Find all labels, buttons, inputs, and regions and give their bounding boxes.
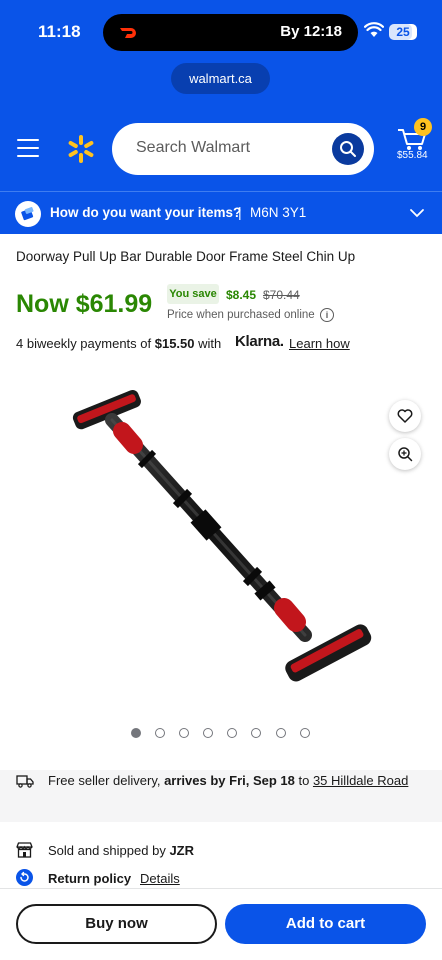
search-input[interactable]: Search Walmart <box>136 139 250 157</box>
return-details-link[interactable]: Details <box>140 871 180 886</box>
price-note: Price when purchased online <box>167 309 315 321</box>
return-policy-label: Return policy <box>48 871 132 886</box>
add-to-cart-button[interactable]: Add to cart <box>225 904 426 944</box>
gallery-dot[interactable] <box>300 728 310 738</box>
save-amount: $8.45 <box>226 288 257 302</box>
shipping-info: Free seller delivery, arrives by Fri, Se… <box>48 773 408 788</box>
klarna-prefix: 4 biweekly payments of <box>16 336 155 351</box>
gallery-dot[interactable] <box>131 728 141 738</box>
walmart-spark-icon[interactable] <box>66 134 96 164</box>
truck-icon <box>16 775 34 788</box>
was-price: $70.44 <box>263 288 300 302</box>
dynamic-island[interactable]: By 12:18 <box>103 14 358 51</box>
shipping-prefix: Free seller delivery, <box>48 773 165 788</box>
klarna-suffix: with <box>194 336 222 351</box>
heart-icon <box>397 409 413 423</box>
info-icon[interactable]: i <box>320 308 334 322</box>
live-activity-text: By 12:18 <box>280 23 342 40</box>
seller-name[interactable]: JZR <box>169 843 194 858</box>
gallery-dot[interactable] <box>203 728 213 738</box>
store-icon <box>16 842 33 858</box>
doordash-icon <box>120 28 136 38</box>
klarna-payments: 4 biweekly payments of $15.50 with <box>16 336 221 351</box>
cart-count-badge: 9 <box>414 118 432 136</box>
site-header: 11:18 By 12:18 25 walmart.ca Search Walm… <box>0 0 442 191</box>
fulfillment-bar[interactable]: How do you want your items? | M6N 3Y1 <box>0 191 442 234</box>
status-time: 11:18 <box>38 22 81 41</box>
fulfillment-question: How do you want your items? <box>50 205 242 220</box>
product-title: Doorway Pull Up Bar Durable Door Frame S… <box>16 249 356 264</box>
shipping-address-link[interactable]: 35 Hilldale Road <box>313 773 408 788</box>
arrival-date: arrives by Fri, Sep 18 <box>164 773 295 788</box>
sold-by-label: Sold and shipped by <box>48 843 170 858</box>
zoom-in-icon <box>398 447 413 462</box>
gallery-dot[interactable] <box>227 728 237 738</box>
klarna-amount: $15.50 <box>154 336 195 351</box>
gallery-dot[interactable] <box>155 728 165 738</box>
current-price: Now $61.99 <box>16 290 153 318</box>
postal-code: M6N 3Y1 <box>250 205 307 220</box>
favorite-button[interactable] <box>389 400 421 432</box>
menu-icon[interactable] <box>17 139 39 157</box>
battery-level: 25 <box>396 25 410 39</box>
gallery-dot[interactable] <box>251 728 261 738</box>
search-icon <box>340 141 356 157</box>
you-save-badge: You save <box>167 284 219 304</box>
wifi-icon <box>364 22 384 37</box>
battery-icon: 25 <box>389 24 417 40</box>
chevron-down-icon <box>410 209 424 218</box>
gallery-dot[interactable] <box>179 728 189 738</box>
product-gallery[interactable] <box>0 365 442 705</box>
shipping-middle: to <box>294 773 313 788</box>
sold-by: Sold and shipped by JZR <box>48 843 194 858</box>
fulfillment-separator: | <box>238 204 242 220</box>
klarna-logo: Klarna. <box>235 333 284 350</box>
gallery-dot[interactable] <box>276 728 286 738</box>
product-image <box>72 389 372 682</box>
cart-total: $55.84 <box>397 150 428 161</box>
gallery-pagination <box>0 728 442 740</box>
zoom-button[interactable] <box>389 438 421 470</box>
fulfillment-icon <box>15 201 41 227</box>
search-bar[interactable]: Search Walmart <box>112 123 374 175</box>
url-bar[interactable]: walmart.ca <box>171 63 270 94</box>
return-icon <box>16 869 33 886</box>
learn-how-link[interactable]: Learn how <box>289 336 350 351</box>
buy-now-button[interactable]: Buy now <box>16 904 217 944</box>
search-button[interactable] <box>332 133 364 165</box>
